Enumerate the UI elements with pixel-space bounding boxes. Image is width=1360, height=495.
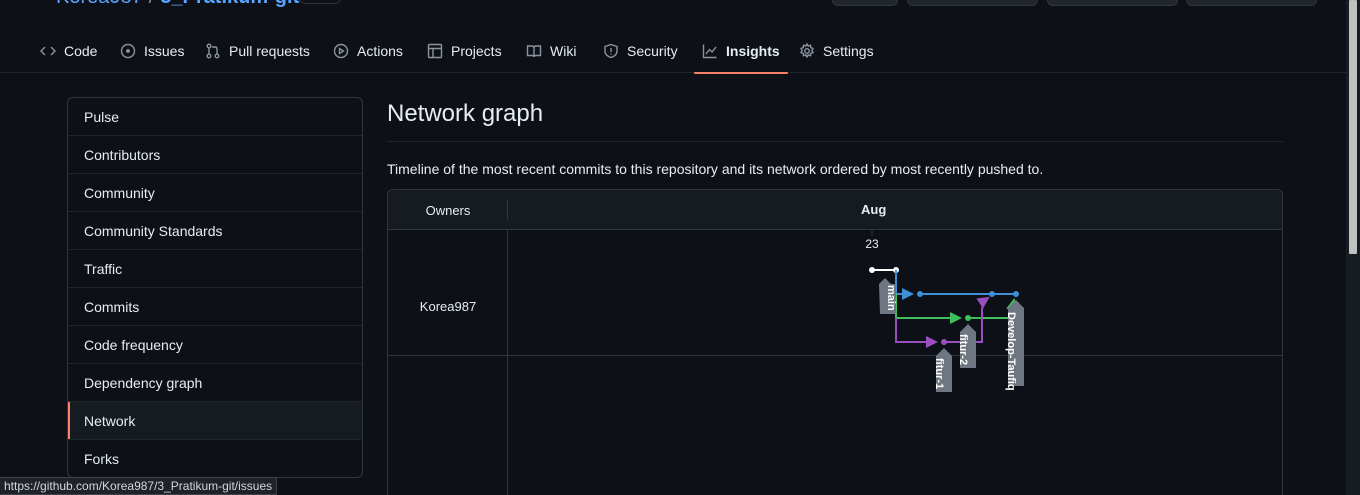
shield-icon	[604, 43, 618, 58]
branch-label-develop-taufiq-text: Develop-Taufiq	[1005, 312, 1017, 391]
tab-issues-label: Issues	[144, 42, 185, 59]
day-label: 23	[865, 237, 879, 251]
fork-button[interactable]	[907, 0, 1038, 6]
tab-security-label: Security	[627, 42, 678, 59]
commit-dot[interactable]	[869, 267, 875, 273]
tab-insights[interactable]: Insights	[694, 28, 788, 74]
page-title: Network graph	[387, 100, 544, 127]
repo-owner-link[interactable]: Korea987	[56, 0, 143, 8]
link-status-bar: https://github.com/Korea987/3_Pratikum-g…	[0, 477, 278, 495]
book-icon	[526, 44, 542, 57]
purple-branch-line	[895, 318, 938, 348]
commit-dot[interactable]	[917, 291, 923, 297]
sidebar-item-community-standards[interactable]: Community Standards	[68, 212, 362, 250]
branch-label-fitur-2-text: fitur-2	[957, 334, 969, 365]
notifications-button[interactable]	[832, 0, 898, 6]
sidebar-item-traffic[interactable]: Traffic	[68, 250, 362, 288]
issue-opened-icon	[120, 43, 136, 58]
commit-dot[interactable]	[989, 291, 995, 297]
tab-pull-requests[interactable]: Pull requests	[205, 28, 310, 73]
graph-icon	[702, 44, 717, 58]
tab-actions-label: Actions	[357, 42, 403, 59]
tab-insights-label: Insights	[726, 42, 780, 59]
tab-projects[interactable]: Projects	[427, 28, 502, 73]
network-graph[interactable]: Owners Aug Korea987 23 main fitur-2 fitu…	[387, 189, 1283, 495]
tab-issues[interactable]: Issues	[120, 28, 184, 73]
title-divider	[387, 141, 1283, 142]
branch-label-fitur-2[interactable]: fitur-2	[957, 324, 976, 368]
sidebar-item-network[interactable]: Network	[68, 402, 362, 440]
green-branch-line	[895, 294, 962, 324]
sidebar-item-pulse[interactable]: Pulse	[68, 98, 362, 136]
repo-name-link[interactable]: 3_Pratikum-git	[160, 0, 299, 8]
branch-label-develop-taufiq[interactable]: Develop-Taufiq	[1005, 300, 1024, 391]
branch-label-fitur-1[interactable]: fitur-1	[933, 348, 952, 392]
star-button[interactable]	[1047, 0, 1178, 6]
tab-projects-label: Projects	[451, 42, 502, 59]
tab-wiki[interactable]: Wiki	[526, 28, 576, 73]
git-pull-request-icon	[206, 43, 220, 58]
sidebar-item-code-frequency[interactable]: Code frequency	[68, 326, 362, 364]
sidebar-item-contributors[interactable]: Contributors	[68, 136, 362, 174]
template-button[interactable]	[1186, 0, 1317, 6]
insights-sidebar: Pulse Contributors Community Community S…	[67, 97, 363, 478]
play-icon	[333, 43, 349, 58]
tab-settings-label: Settings	[823, 42, 874, 59]
network-canvas[interactable]: 23 main fitur-2 fitur-1 Develop-Taufiq	[388, 190, 1282, 495]
tab-pull-requests-label: Pull requests	[229, 42, 310, 59]
table-icon	[427, 43, 443, 58]
breadcrumb-separator: /	[149, 0, 155, 8]
repo-breadcrumb: Korea987 / 3_Pratikum-git	[56, 0, 299, 8]
repo-tab-nav: Code Issues Pull requests Actions Projec…	[0, 28, 1346, 74]
repo-header: Korea987 / 3_Pratikum-git	[0, 0, 1346, 8]
visibility-badge	[298, 0, 342, 4]
tab-settings[interactable]: Settings	[799, 28, 874, 73]
gear-icon	[800, 42, 814, 58]
commit-dot[interactable]	[965, 315, 971, 321]
tab-wiki-label: Wiki	[550, 42, 577, 59]
sidebar-item-dependency-graph[interactable]: Dependency graph	[68, 364, 362, 402]
tab-code-label: Code	[64, 42, 98, 59]
tab-security[interactable]: Security	[603, 28, 678, 73]
blue-branch-line	[895, 270, 914, 300]
commit-dot[interactable]	[1013, 291, 1019, 297]
code-icon	[40, 46, 56, 55]
commit-dot[interactable]	[941, 339, 947, 345]
tab-code[interactable]: Code	[40, 28, 97, 73]
branch-label-main[interactable]: main	[879, 278, 897, 314]
branch-label-main-text: main	[885, 285, 897, 311]
page-scrollbar[interactable]	[1346, 0, 1360, 495]
branch-label-fitur-1-text: fitur-1	[933, 358, 945, 389]
page-description: Timeline of the most recent commits to t…	[387, 161, 1044, 177]
scrollbar-thumb[interactable]	[1349, 0, 1357, 254]
sidebar-item-commits[interactable]: Commits	[68, 288, 362, 326]
sidebar-item-forks[interactable]: Forks	[68, 440, 362, 477]
sidebar-item-community[interactable]: Community	[68, 174, 362, 212]
tab-actions[interactable]: Actions	[333, 28, 403, 73]
